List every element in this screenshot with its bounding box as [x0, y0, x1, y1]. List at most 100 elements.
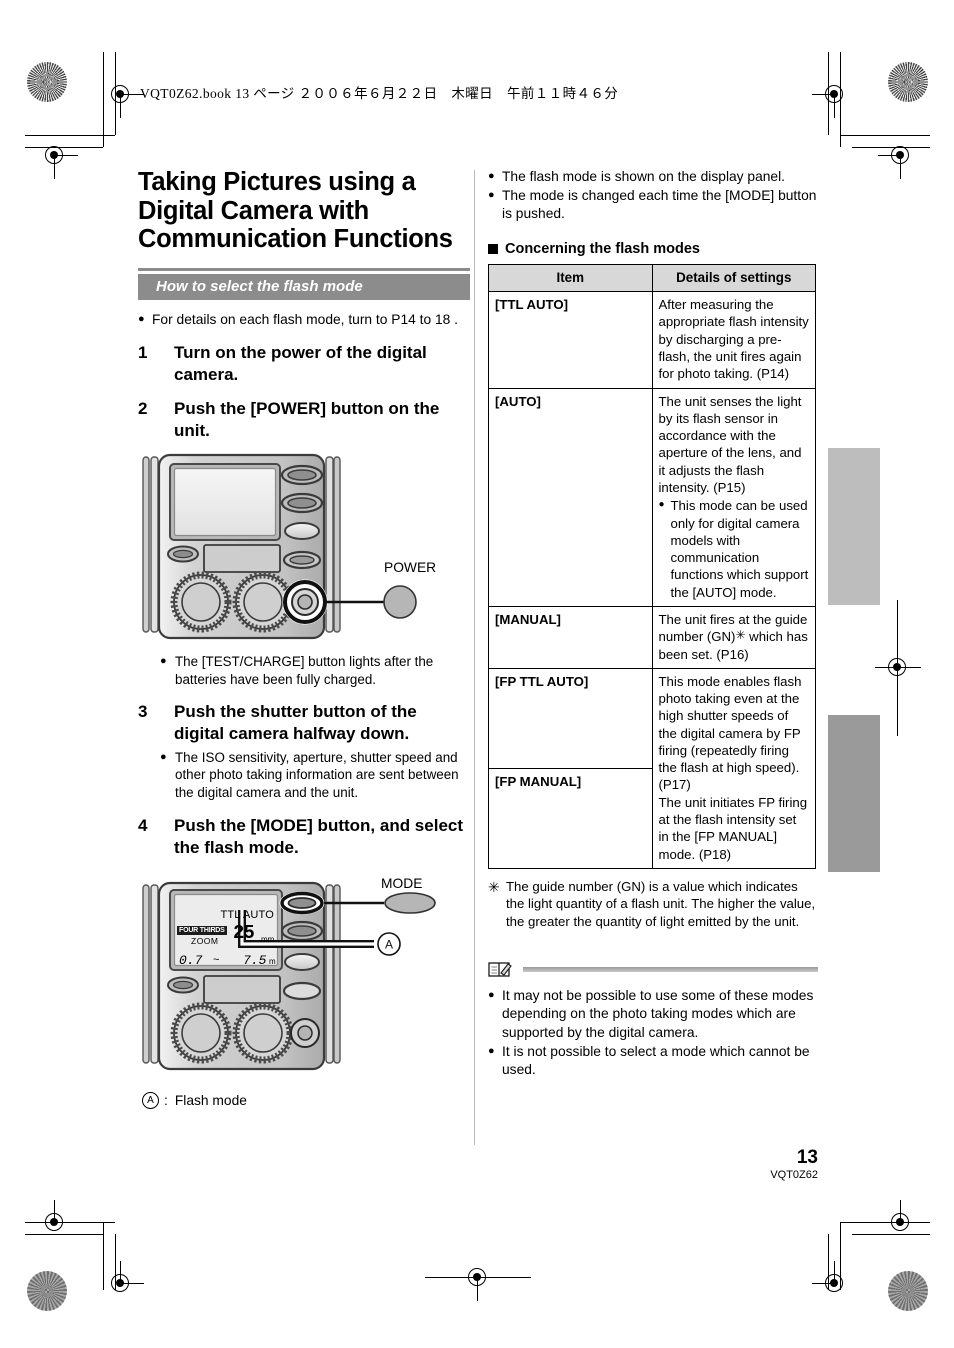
registration-mark-top-left [98, 72, 144, 118]
edge-tab-upper [828, 448, 880, 605]
right-bullet-2: ● The mode is changed each time the [MOD… [488, 187, 818, 223]
file-header-stamp: VQT0Z62.book 13 ページ ２００６年６月２２日 木曜日 午前１１時… [140, 86, 619, 101]
guide-number-footnote: ✳ The guide number (GN) is a value which… [488, 878, 818, 930]
figure2-caption-colon: : [164, 1093, 168, 1109]
flash-modes-heading-text: Concerning the flash modes [505, 240, 700, 257]
flash-unit-illustration-1 [142, 453, 417, 639]
right-bullet-2-text: The mode is changed each time the [MODE]… [502, 188, 817, 222]
registration-mark-right-upper [878, 133, 924, 179]
step-3: 3 Push the shutter button of the digital… [138, 701, 470, 745]
lcd-four-thirds-badge: FOUR THIRDS [177, 926, 227, 936]
right-bullet-1-text: The flash mode is shown on the display p… [502, 169, 786, 184]
svg-text:A: A [385, 938, 393, 952]
footnote-star-icon: ✳ [735, 628, 746, 643]
flash-modes-table: Item Details of settings [TTL AUTO] Afte… [488, 263, 816, 869]
bullet-marker-icon: ● [488, 989, 495, 1002]
row-detail-fp-text-1: This mode enables flash photo taking eve… [658, 673, 802, 793]
row-detail-manual: The unit fires at the guide number (GN)✳… [651, 605, 816, 669]
note-book-icon [488, 960, 514, 978]
row-detail-auto-subbullet-text: This mode can be used only for digital c… [670, 498, 809, 600]
step-4-number: 4 [138, 815, 148, 835]
figure2-caption-text: Flash mode [174, 1093, 247, 1109]
step-1-number: 1 [138, 342, 148, 362]
step-1-text: Turn on the power of the digital camera. [174, 342, 427, 384]
registration-mark-left-lower [32, 1200, 78, 1246]
flash-modes-heading: Concerning the flash modes [488, 241, 818, 257]
step-4-text: Push the [MODE] button, and select the f… [174, 815, 464, 857]
manual-code: VQT0Z62 [770, 1169, 818, 1181]
bullet-marker-icon: ● [488, 170, 495, 182]
lcd-range-min: 0.7 [179, 953, 203, 969]
bullet-marker-icon: ● [160, 654, 167, 667]
bullet-marker-icon: ● [488, 1044, 495, 1057]
guide-number-footnote-text: The guide number (GN) is a value which i… [506, 878, 816, 929]
table-header-item: Item [488, 263, 653, 293]
row-detail-auto-text: The unit senses the light by its flash s… [658, 393, 802, 495]
note-bullet-1-text: It may not be possible to use some of th… [502, 988, 814, 1040]
intro-bullet: ● For details on each flash mode, turn t… [138, 311, 470, 329]
note-bullet-1: ● It may not be possible to use some of … [488, 987, 818, 1042]
registration-mark-left-upper [32, 133, 78, 179]
row-detail-ttl-auto: After measuring the appropriate flash in… [651, 291, 816, 389]
step-3-number: 3 [138, 702, 148, 722]
registration-mark-right-middle [875, 600, 921, 736]
row-item-fp-manual: [FP MANUAL] [488, 767, 653, 869]
table-header-row: Item Details of settings [488, 263, 816, 293]
figure1-callout-label: POWER [384, 559, 437, 575]
note-bullet-2-text: It is not possible to select a mode whic… [502, 1043, 810, 1077]
left-column: Taking Pictures using a Digital Camera w… [138, 168, 470, 1110]
lcd-range-unit: m [269, 957, 276, 967]
lcd-mode-text: TTL AUTO [220, 909, 274, 922]
lcd-range-separator: ~ [213, 954, 220, 967]
row-item-manual: [MANUAL] [488, 605, 653, 669]
lcd-zoom-value: 25 [233, 922, 255, 945]
registration-mark-bottom-center [425, 1255, 531, 1301]
square-bullet-icon [488, 243, 498, 254]
lcd-readout: TTL AUTO FOUR THIRDS ZOOM 25 mm 0.7 ~ 7.… [177, 909, 277, 975]
bullet-marker-icon: ● [138, 312, 145, 325]
intro-bullet-text: For details on each flash mode, turn to … [152, 311, 459, 327]
note-divider-rule [523, 966, 818, 972]
step-4: 4 Push the [MODE] button, and select the… [138, 815, 470, 859]
footnote-star-icon: ✳ [488, 878, 500, 895]
table-header-details: Details of settings [651, 263, 816, 293]
figure-flash-unit-mode: MODE A TTL AUTO FOUR THIRDS ZOOM 25 mm 0… [138, 876, 470, 1110]
row-item-fp-ttl-auto: [FP TTL AUTO] [488, 667, 653, 769]
row-item-auto: [AUTO] [488, 387, 653, 607]
right-bullet-1: ● The flash mode is shown on the display… [488, 168, 818, 186]
lcd-range-max: 7.5 [243, 953, 267, 969]
registration-mark-bottom-right [812, 1261, 858, 1307]
color-target-top-left [27, 62, 67, 102]
bullet-marker-icon: ● [160, 750, 167, 763]
color-target-top-right [888, 62, 928, 102]
right-column: ● The flash mode is shown on the display… [488, 168, 818, 1080]
page-number: 13 [796, 1147, 818, 1168]
figure-flash-unit-power: POWER [138, 450, 470, 648]
table-row-fp-ttl-auto: [FP TTL AUTO] This mode enables flash ph… [488, 667, 816, 869]
table-row-auto: [AUTO] The unit senses the light by its … [488, 387, 816, 607]
step3-note-text: The ISO sensitivity, aperture, shutter s… [175, 749, 459, 801]
section-heading: How to select the flash mode [138, 273, 470, 300]
step-2-text: Push the [POWER] button on the unit. [174, 399, 440, 441]
color-target-bottom-left [27, 1271, 67, 1311]
step3-note: ● The ISO sensitivity, aperture, shutter… [160, 749, 470, 802]
registration-mark-right-lower [878, 1200, 924, 1246]
registration-mark-top-right [812, 72, 858, 118]
step-2-number: 2 [138, 399, 148, 419]
table-row-ttl-auto: [TTL AUTO] After measuring the appropria… [488, 291, 816, 389]
note-bullet-2: ● It is not possible to select a mode wh… [488, 1043, 818, 1079]
note-section-header [488, 960, 818, 978]
step2-note-text: The [TEST/CHARGE] button lights after th… [175, 653, 434, 687]
column-divider [474, 170, 475, 1145]
callout-letter-a-icon: A [142, 1092, 159, 1110]
row-detail-auto-subbullet: ● This mode can be used only for digital… [659, 497, 810, 601]
edge-tab-lower [828, 715, 880, 872]
page-folio: 13 VQT0Z62 [770, 1148, 818, 1181]
step-1: 1 Turn on the power of the digital camer… [138, 342, 470, 386]
row-detail-fp-text-2: The unit initiates FP firing at the flas… [658, 794, 808, 862]
section-bar-rule [138, 267, 470, 271]
page-title: Taking Pictures using a Digital Camera w… [138, 168, 453, 254]
color-target-bottom-right [888, 1271, 928, 1311]
lcd-zoom-label: ZOOM [191, 936, 219, 947]
lcd-zoom-unit: mm [261, 935, 275, 945]
